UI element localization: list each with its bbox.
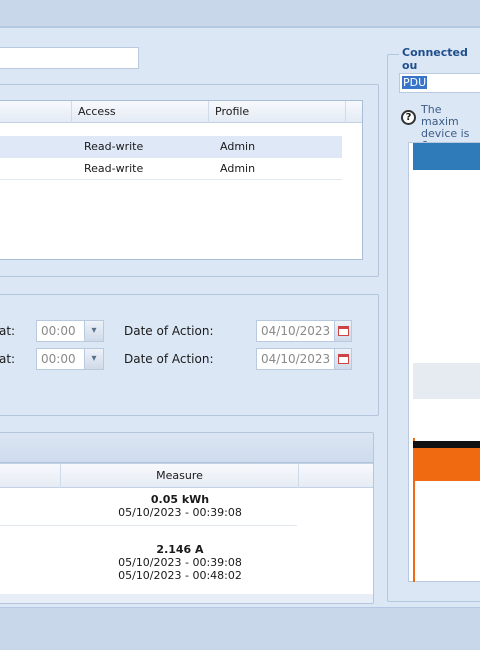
users-table-header: Access Profile [0,101,362,123]
help-text-line: The maxim [421,103,459,128]
measure-cell: 0.05 kWh 05/10/2023 - 00:39:08 [61,493,299,519]
profile-cell: Admin [220,162,256,175]
schedule-row: at: 00:00 ▾ Date of Action: 04/10/2023 [0,348,380,370]
table-row[interactable]: Read-write Admin [0,158,342,180]
measure-cell: 2.146 A 05/10/2023 - 00:39:08 05/10/2023… [61,543,299,582]
schedule-row: at: 00:00 ▾ Date of Action: 04/10/2023 [0,320,380,342]
device-list-row[interactable] [413,363,480,399]
measures-table: Measure 0.05 kWh 05/10/2023 - 00:39:08 2… [0,463,373,594]
at-label: at: [0,352,16,366]
date-field[interactable]: 04/10/2023 [256,348,352,370]
time-value: 00:00 [41,352,76,366]
outlet-header[interactable] [413,448,480,481]
date-field[interactable]: 04/10/2023 [256,320,352,342]
outlet-separator [413,441,480,448]
name-input[interactable] [0,47,139,69]
device-list[interactable] [408,142,480,582]
date-value: 04/10/2023 [261,352,331,366]
users-table: Access Profile Read-write Admin Read-wri… [0,100,363,260]
schedule-panel: at: 00:00 ▾ Date of Action: 04/10/2023 a… [0,294,379,416]
bottom-toolbar [0,607,480,650]
profile-cell: Admin [220,140,256,153]
date-of-action-label: Date of Action: [124,352,214,366]
calendar-icon [338,354,349,364]
measure-timestamp: 05/10/2023 - 00:39:08 [118,556,242,569]
time-select[interactable]: 00:00 ▾ [36,320,104,342]
device-filter-input[interactable]: PDU [399,73,480,93]
access-cell: Read-write [84,140,144,153]
table-row[interactable]: Read-write Admin [0,136,342,158]
table-row[interactable]: 2.146 A 05/10/2023 - 00:39:08 05/10/2023… [0,526,297,594]
chevron-down-icon[interactable]: ▾ [84,348,104,370]
device-list-header [413,143,480,170]
calendar-button[interactable] [334,348,352,370]
measures-table-header: Measure [0,464,373,488]
connected-outlets-title: Connected ou [399,46,480,72]
column-header-measure[interactable]: Measure [61,464,299,488]
chevron-down-icon[interactable]: ▾ [84,320,104,342]
measure-value: 2.146 A [156,543,204,556]
question-circle-icon: ? [401,110,416,125]
time-select[interactable]: 00:00 ▾ [36,348,104,370]
date-of-action-label: Date of Action: [124,324,214,338]
column-header-blank[interactable] [0,101,72,123]
measure-value: 0.05 kWh [150,493,210,506]
measures-panel-header [0,433,373,463]
top-toolbar [0,0,480,28]
table-row[interactable]: 0.05 kWh 05/10/2023 - 00:39:08 [0,488,297,526]
time-value: 00:00 [41,324,76,338]
access-cell: Read-write [84,162,144,175]
date-value: 04/10/2023 [261,324,331,338]
column-header-access[interactable]: Access [72,101,209,123]
column-header-profile[interactable]: Profile [209,101,346,123]
at-label: at: [0,324,16,338]
calendar-button[interactable] [334,320,352,342]
measure-timestamp: 05/10/2023 - 00:48:02 [118,569,242,582]
device-filter-value: PDU [402,76,428,89]
column-header-blank[interactable] [0,464,61,488]
calendar-icon [338,326,349,336]
measure-timestamp: 05/10/2023 - 00:39:08 [118,506,242,519]
